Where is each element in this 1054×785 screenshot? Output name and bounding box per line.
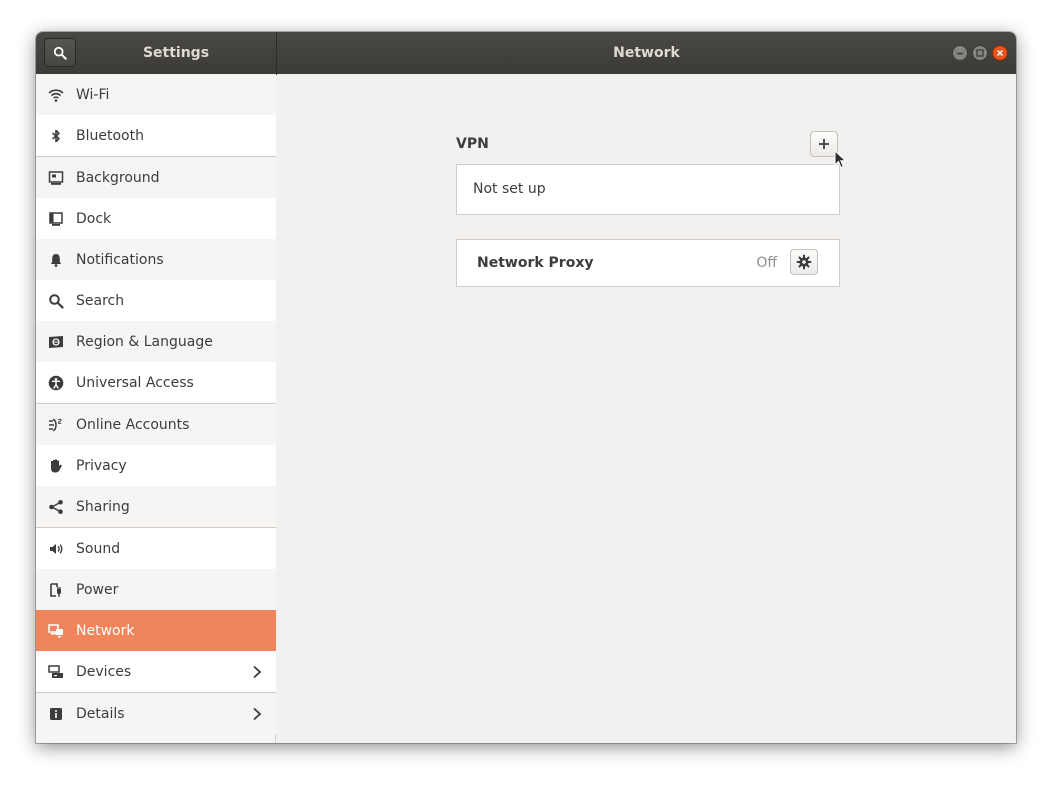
sidebar-item-label: Devices bbox=[76, 663, 132, 680]
maximize-icon bbox=[976, 49, 984, 57]
accessibility-icon bbox=[48, 375, 64, 391]
network-panel: VPN Not set up Network Proxy Off bbox=[277, 74, 1016, 743]
vpn-card: Not set up bbox=[456, 164, 840, 215]
online-accounts-icon bbox=[48, 417, 64, 433]
sidebar-item-label: Bluetooth bbox=[76, 127, 144, 144]
vpn-heading: VPN bbox=[456, 136, 489, 152]
minimize-button[interactable] bbox=[952, 45, 968, 61]
sidebar-item-label: Network bbox=[76, 622, 135, 639]
search-icon bbox=[53, 46, 67, 60]
bluetooth-icon bbox=[48, 128, 64, 144]
maximize-button[interactable] bbox=[972, 45, 988, 61]
close-icon bbox=[996, 49, 1004, 57]
sidebar-item-region-language[interactable]: Region & Language bbox=[36, 321, 276, 362]
speaker-icon bbox=[48, 541, 64, 557]
search-icon bbox=[48, 293, 64, 309]
sidebar-item-search[interactable]: Search bbox=[36, 280, 276, 321]
sidebar-item-devices[interactable]: Devices bbox=[36, 651, 276, 692]
wifi-icon bbox=[48, 87, 64, 103]
sidebar-item-label: Online Accounts bbox=[76, 416, 190, 433]
sidebar-item-label: Region & Language bbox=[76, 333, 213, 350]
region-icon bbox=[48, 334, 64, 350]
sidebar-item-universal-access[interactable]: Universal Access bbox=[36, 362, 276, 403]
sidebar-item-network[interactable]: Network bbox=[36, 610, 276, 651]
sidebar-item-sharing[interactable]: Sharing bbox=[36, 486, 276, 527]
info-icon bbox=[48, 706, 64, 722]
sidebar-item-notifications[interactable]: Notifications bbox=[36, 239, 276, 280]
settings-window: Settings Network Wi-Fi Bluetooth Backgro… bbox=[36, 32, 1016, 743]
sidebar-item-details[interactable]: Details bbox=[36, 693, 276, 734]
sidebar-item-privacy[interactable]: Privacy bbox=[36, 445, 276, 486]
minimize-icon bbox=[957, 52, 963, 55]
chevron-right-icon bbox=[252, 664, 262, 683]
sidebar: Wi-Fi Bluetooth Background Dock Notifica… bbox=[36, 74, 276, 743]
network-icon bbox=[48, 623, 64, 639]
sidebar-item-label: Privacy bbox=[76, 457, 127, 474]
sidebar-item-label: Search bbox=[76, 292, 125, 309]
plus-icon bbox=[819, 139, 829, 149]
sidebar-title: Settings bbox=[142, 45, 210, 61]
close-button[interactable] bbox=[992, 45, 1008, 61]
sidebar-item-background[interactable]: Background bbox=[36, 157, 276, 198]
sidebar-item-wifi[interactable]: Wi-Fi bbox=[36, 74, 276, 115]
sidebar-item-label: Universal Access bbox=[76, 374, 194, 391]
header-bar: Settings Network bbox=[36, 32, 1016, 75]
sidebar-item-dock[interactable]: Dock bbox=[36, 198, 276, 239]
sidebar-item-bluetooth[interactable]: Bluetooth bbox=[36, 115, 276, 156]
sidebar-item-sound[interactable]: Sound bbox=[36, 528, 276, 569]
sidebar-item-online-accounts[interactable]: Online Accounts bbox=[36, 404, 276, 445]
bell-icon bbox=[48, 252, 64, 268]
search-button[interactable] bbox=[44, 38, 76, 67]
network-proxy-label: Network Proxy bbox=[477, 255, 594, 271]
sidebar-item-label: Sharing bbox=[76, 498, 130, 515]
sidebar-item-label: Wi-Fi bbox=[76, 86, 110, 103]
sidebar-item-power[interactable]: Power bbox=[36, 569, 276, 610]
sidebar-item-label: Background bbox=[76, 169, 160, 186]
window-controls bbox=[952, 45, 1008, 61]
power-icon bbox=[48, 582, 64, 598]
network-proxy-row[interactable]: Network Proxy Off bbox=[456, 239, 840, 287]
sidebar-item-label: Power bbox=[76, 581, 119, 598]
sidebar-item-label: Notifications bbox=[76, 251, 164, 268]
sidebar-item-label: Details bbox=[76, 705, 125, 722]
vpn-status: Not set up bbox=[473, 181, 546, 197]
dock-icon bbox=[48, 211, 64, 227]
sidebar-item-label: Sound bbox=[76, 540, 121, 557]
share-icon bbox=[48, 499, 64, 515]
background-icon bbox=[48, 170, 64, 186]
chevron-right-icon bbox=[252, 706, 262, 725]
network-proxy-state: Off bbox=[756, 255, 777, 271]
sidebar-item-label: Dock bbox=[76, 210, 112, 227]
devices-icon bbox=[48, 664, 64, 680]
page-title: Network bbox=[613, 45, 680, 61]
privacy-hand-icon bbox=[48, 458, 64, 474]
mouse-pointer-icon bbox=[834, 150, 847, 169]
gear-icon bbox=[796, 254, 812, 270]
network-proxy-settings-button[interactable] bbox=[790, 249, 818, 275]
